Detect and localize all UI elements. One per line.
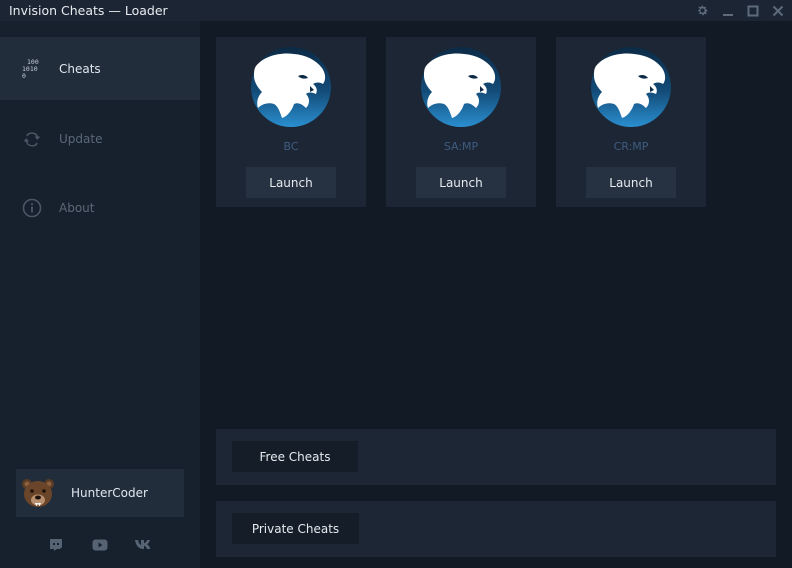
- title-bar: Invision Cheats — Loader: [0, 0, 792, 21]
- username: HunterCoder: [71, 486, 148, 500]
- sidebar-item-update[interactable]: Update: [0, 107, 200, 170]
- free-cheats-panel: Free Cheats: [216, 429, 776, 485]
- info-icon: [21, 197, 43, 219]
- window-title: Invision Cheats — Loader: [9, 3, 168, 18]
- launch-button-crmp[interactable]: Launch: [586, 167, 676, 198]
- launch-button-bc[interactable]: Launch: [246, 167, 336, 198]
- game-card-bc: BC Launch: [216, 37, 366, 207]
- private-cheats-button[interactable]: Private Cheats: [232, 513, 359, 544]
- refresh-icon: [21, 128, 43, 150]
- youtube-icon[interactable]: [91, 536, 109, 554]
- maximize-icon[interactable]: [744, 2, 761, 19]
- game-name: SA:MP: [443, 140, 479, 153]
- minimize-icon[interactable]: [719, 2, 736, 19]
- free-cheats-button[interactable]: Free Cheats: [232, 441, 358, 472]
- sidebar-item-label: Update: [59, 131, 103, 146]
- sidebar-item-about[interactable]: About: [0, 176, 200, 239]
- sidebar-item-label: Cheats: [59, 61, 101, 76]
- panther-logo-icon: [420, 46, 502, 128]
- sidebar-item-label: About: [59, 200, 95, 215]
- window-controls: [694, 2, 786, 19]
- sidebar: 100 1010 0 Cheats Update About HunterCod…: [0, 21, 200, 568]
- panther-logo-icon: [250, 46, 332, 128]
- vk-icon[interactable]: [135, 536, 153, 554]
- close-icon[interactable]: [769, 2, 786, 19]
- svg-text:0: 0: [22, 72, 26, 80]
- sidebar-item-cheats[interactable]: 100 1010 0 Cheats: [0, 37, 200, 100]
- game-name: BC: [283, 140, 299, 153]
- user-profile[interactable]: HunterCoder: [16, 469, 184, 517]
- settings-icon[interactable]: [694, 2, 711, 19]
- binary-code-icon: 100 1010 0: [21, 58, 43, 80]
- avatar: [20, 475, 56, 511]
- game-name: CR:MP: [613, 140, 649, 153]
- discord-icon[interactable]: [47, 536, 65, 554]
- game-card-crmp: CR:MP Launch: [556, 37, 706, 207]
- game-card-samp: SA:MP Launch: [386, 37, 536, 207]
- launch-button-samp[interactable]: Launch: [416, 167, 506, 198]
- private-cheats-panel: Private Cheats: [216, 501, 776, 557]
- panther-logo-icon: [590, 46, 672, 128]
